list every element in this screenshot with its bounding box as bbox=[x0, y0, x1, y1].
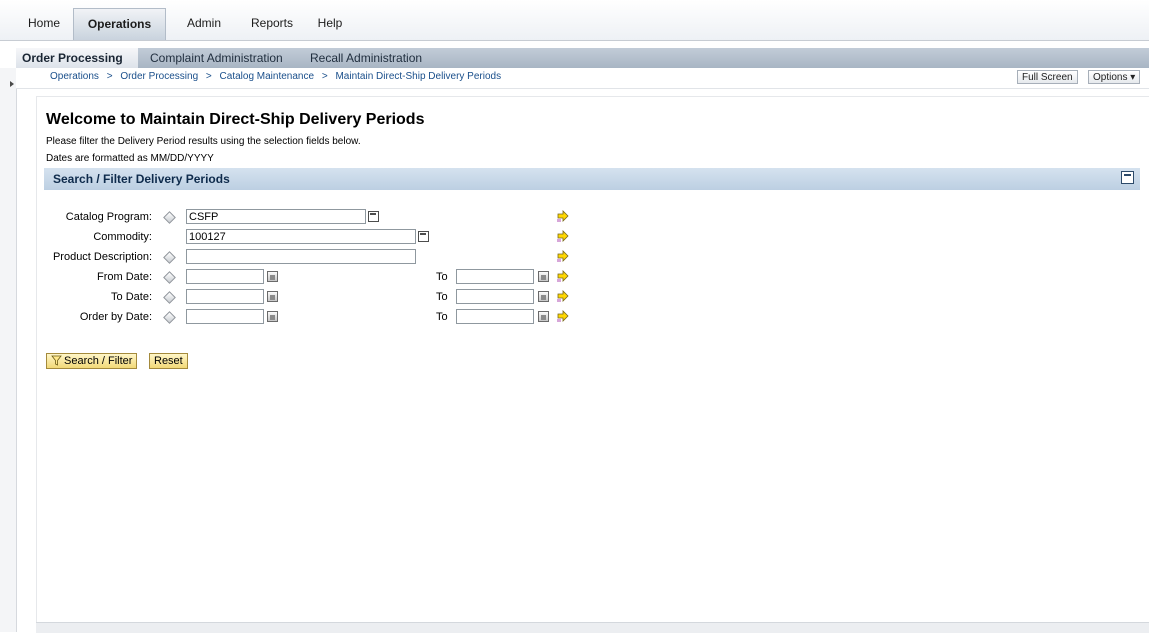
top-navigation: Home Operations Admin Reports Help bbox=[0, 0, 1149, 41]
order-by-date-arrow-icon[interactable] bbox=[556, 309, 570, 323]
breadcrumb: Operations > Order Processing > Catalog … bbox=[50, 71, 501, 82]
breadcrumb-item-catalog-maintenance[interactable]: Catalog Maintenance bbox=[220, 71, 315, 82]
breadcrumb-item-order-processing[interactable]: Order Processing bbox=[120, 71, 198, 82]
catalog-program-arrow-icon[interactable] bbox=[556, 209, 570, 223]
from-date-to-input[interactable] bbox=[456, 269, 534, 284]
full-screen-button[interactable]: Full Screen bbox=[1017, 70, 1078, 84]
section-title: Search / Filter Delivery Periods bbox=[53, 172, 230, 186]
commodity-label: Commodity: bbox=[93, 231, 152, 243]
to-date-calendar-icon[interactable] bbox=[267, 291, 278, 302]
order-by-date-input[interactable] bbox=[186, 309, 264, 324]
breadcrumb-separator: > bbox=[106, 71, 113, 82]
from-date-calendar-icon[interactable] bbox=[267, 271, 278, 282]
breadcrumb-separator: > bbox=[205, 71, 212, 82]
from-date-input[interactable] bbox=[186, 269, 264, 284]
breadcrumb-item-operations[interactable]: Operations bbox=[50, 71, 99, 82]
content-footer bbox=[36, 622, 1149, 633]
to-date-input[interactable] bbox=[186, 289, 264, 304]
tab-operations[interactable]: Operations bbox=[73, 8, 166, 40]
to-date-arrow-icon[interactable] bbox=[556, 289, 570, 303]
order-by-date-calendar-icon[interactable] bbox=[267, 311, 278, 322]
order-by-date-to-calendar-icon[interactable] bbox=[538, 311, 549, 322]
search-filter-label: Search / Filter bbox=[64, 355, 133, 367]
collapse-section-button[interactable] bbox=[1121, 171, 1134, 184]
product-description-input[interactable] bbox=[186, 249, 416, 264]
catalog-program-value-help-icon[interactable] bbox=[368, 211, 379, 222]
subtab-recall-administration[interactable]: Recall Administration bbox=[304, 48, 428, 68]
tab-home[interactable]: Home bbox=[19, 8, 69, 40]
breadcrumb-bar: Operations > Order Processing > Catalog … bbox=[16, 68, 1149, 89]
search-filter-button[interactable]: Search / Filter bbox=[46, 353, 138, 369]
commodity-input[interactable] bbox=[186, 229, 416, 244]
date-format-note: Dates are formatted as MM/DD/YYYY bbox=[46, 153, 214, 164]
order-by-date-to-input[interactable] bbox=[456, 309, 534, 324]
from-date-to-label: To bbox=[436, 271, 448, 283]
filter-funnel-icon bbox=[51, 355, 62, 366]
product-description-label: Product Description: bbox=[52, 251, 152, 263]
page-title: Welcome to Maintain Direct-Ship Delivery… bbox=[46, 111, 425, 128]
from-date-arrow-icon[interactable] bbox=[556, 269, 570, 283]
from-date-to-calendar-icon[interactable] bbox=[538, 271, 549, 282]
breadcrumb-item-current-page: Maintain Direct-Ship Delivery Periods bbox=[335, 71, 502, 82]
catalog-program-label: Catalog Program: bbox=[65, 211, 152, 223]
tab-admin[interactable]: Admin bbox=[177, 8, 231, 40]
to-date-label: To Date: bbox=[111, 291, 152, 303]
from-date-label: From Date: bbox=[96, 271, 152, 283]
subtab-order-processing[interactable]: Order Processing bbox=[16, 48, 138, 68]
expand-arrow-icon[interactable] bbox=[10, 81, 14, 87]
subtab-complaint-administration[interactable]: Complaint Administration bbox=[144, 48, 289, 68]
left-rail[interactable] bbox=[0, 68, 17, 632]
options-button[interactable]: Options ▾ bbox=[1088, 70, 1141, 84]
order-by-date-to-label: To bbox=[436, 311, 448, 323]
tab-help[interactable]: Help bbox=[309, 8, 351, 40]
to-date-to-calendar-icon[interactable] bbox=[538, 291, 549, 302]
tab-reports[interactable]: Reports bbox=[243, 8, 301, 40]
to-date-to-input[interactable] bbox=[456, 289, 534, 304]
section-header: Search / Filter Delivery Periods bbox=[44, 168, 1140, 190]
breadcrumb-separator: > bbox=[321, 71, 328, 82]
commodity-value-help-icon[interactable] bbox=[418, 231, 429, 242]
commodity-arrow-icon[interactable] bbox=[556, 229, 570, 243]
instruction-text: Please filter the Delivery Period result… bbox=[46, 136, 361, 147]
product-description-arrow-icon[interactable] bbox=[556, 249, 570, 263]
to-date-to-label: To bbox=[436, 291, 448, 303]
sub-navigation: Order Processing Complaint Administratio… bbox=[16, 48, 1149, 68]
catalog-program-input[interactable] bbox=[186, 209, 366, 224]
reset-button[interactable]: Reset bbox=[149, 353, 188, 369]
order-by-date-label: Order by Date: bbox=[79, 311, 152, 323]
